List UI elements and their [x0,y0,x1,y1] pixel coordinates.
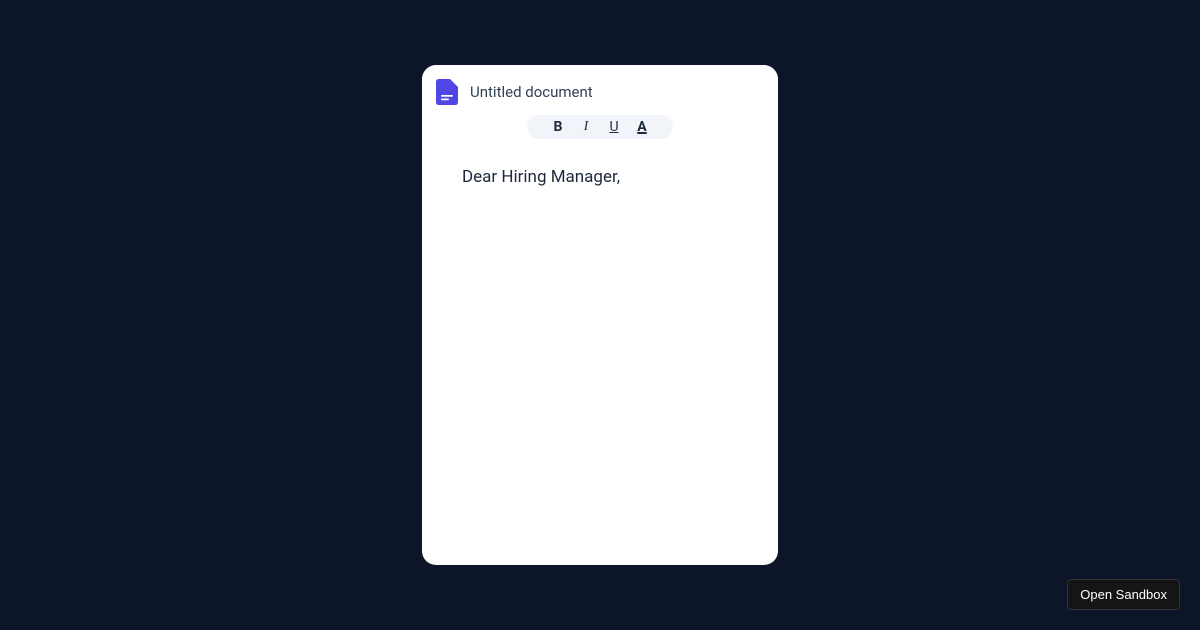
underline-button[interactable]: U [607,119,621,135]
document-title: Untitled document [470,83,593,101]
document-card: Untitled document B I U A Dear Hiring Ma… [422,65,778,565]
document-content-area[interactable]: Dear Hiring Manager, [422,157,778,565]
text-color-button[interactable]: A [635,119,649,135]
italic-button[interactable]: I [579,119,593,135]
formatting-toolbar: B I U A [527,115,673,139]
document-header: Untitled document [422,79,778,115]
document-icon [436,79,458,105]
bold-button[interactable]: B [551,119,565,135]
open-sandbox-button[interactable]: Open Sandbox [1067,579,1180,610]
document-text: Dear Hiring Manager, [462,165,738,191]
